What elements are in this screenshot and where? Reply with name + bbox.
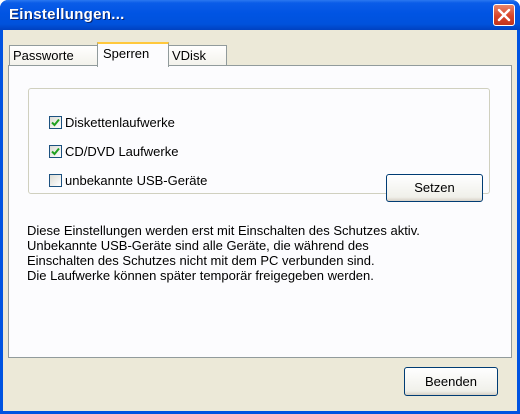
cd-dvd-label: CD/DVD Laufwerke	[65, 144, 179, 159]
info-line: Einschalten des Schutzes nicht mit dem P…	[27, 253, 375, 268]
floppy-label: Diskettenlaufwerke	[65, 115, 175, 130]
info-text: Diese Einstellungen werden erst mit Eins…	[27, 223, 499, 283]
checkmark-icon	[51, 147, 60, 156]
tab-passworte[interactable]: Passworte	[9, 45, 98, 67]
tab-label: Passworte	[13, 48, 74, 63]
set-button[interactable]: Setzen	[386, 174, 483, 202]
tab-panel-sperren: Diskettenlaufwerke CD/DVD Laufwerke unbe…	[8, 65, 512, 358]
usb-checkbox[interactable]	[49, 174, 62, 187]
title-bar[interactable]: Einstellungen...	[0, 0, 520, 30]
close-dialog-button[interactable]: Beenden	[404, 367, 498, 396]
close-button[interactable]	[493, 4, 515, 26]
info-line: Die Laufwerke können später temporär fre…	[27, 268, 374, 283]
window-title: Einstellungen...	[9, 6, 125, 23]
info-line: Unbekannte USB-Geräte sind alle Geräte, …	[27, 238, 369, 253]
floppy-checkbox[interactable]	[49, 116, 62, 129]
tab-label: VDisk	[172, 48, 206, 63]
cd-dvd-checkbox[interactable]	[49, 145, 62, 158]
tab-vdisk[interactable]: VDisk	[168, 45, 227, 67]
info-line: Diese Einstellungen werden erst mit Eins…	[27, 223, 420, 238]
settings-dialog: Einstellungen... Passworte Sperren VDisk	[0, 0, 520, 414]
close-icon	[497, 8, 511, 22]
dialog-client-area: Passworte Sperren VDisk Diskettenlaufwer…	[3, 27, 517, 411]
usb-label: unbekannte USB-Geräte	[65, 173, 208, 188]
checkmark-icon	[51, 118, 60, 127]
tab-label: Sperren	[103, 46, 150, 61]
tab-sperren[interactable]: Sperren	[97, 42, 169, 67]
